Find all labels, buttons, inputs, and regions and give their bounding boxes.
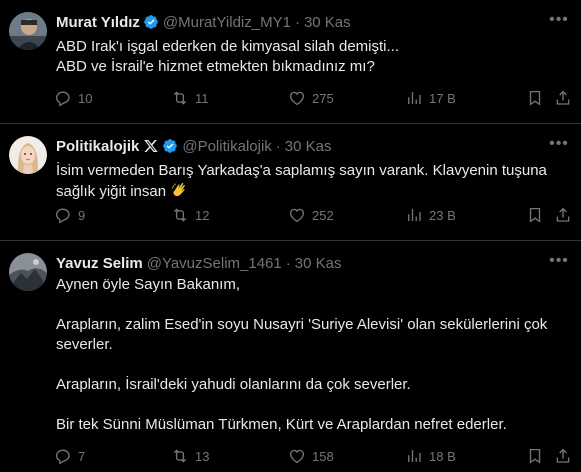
retweet-icon (173, 449, 187, 463)
avatar-image (9, 136, 47, 174)
like-button[interactable]: 275 (288, 89, 334, 107)
like-button[interactable]: 158 (288, 447, 334, 465)
tweet-text-line: severler. (56, 336, 113, 353)
action-bar: 7 13 158 18 B (54, 446, 571, 466)
heart-icon (289, 449, 305, 464)
retweet-icon (173, 91, 187, 105)
retweet-button[interactable]: 13 (171, 447, 209, 465)
retweet-count: 13 (195, 448, 210, 464)
avatar[interactable] (9, 136, 47, 174)
tweet-header: Yavuz Selim @YavuzSelim_1461 · 30 Kas (56, 253, 341, 273)
tweet-text-line: ABD ve İsrail'e hizmet etmekten bıkmadın… (56, 58, 375, 75)
author-name[interactable]: Yavuz Selim (56, 255, 143, 272)
author-handle[interactable]: @YavuzSelim_1461 (147, 255, 282, 272)
action-bar: 10 11 275 17 B (54, 88, 571, 108)
tweet-text-line: Arapların, İsrail'deki yahudi olanlarını… (56, 376, 411, 393)
like-count: 275 (312, 90, 334, 106)
tweet[interactable]: Politikalojik @Politikalojik · 30 Kas ••… (0, 124, 581, 241)
tweet-text-line: Aynen öyle Sayın Bakanım, (56, 276, 240, 293)
share-icon (556, 448, 570, 463)
tweet-text-line: ABD Irak'ı işgal ederken de kimyasal sil… (56, 38, 400, 55)
reply-icon (55, 91, 70, 107)
tweet[interactable]: Murat Yıldız @MuratYildiz_MY1 · 30 Kas •… (0, 0, 581, 124)
views-button[interactable]: 17 B (405, 89, 456, 107)
retweet-button[interactable]: 12 (171, 206, 209, 224)
tweet-text-line: sağlık yiğit insan (56, 183, 167, 200)
views-count: 17 B (429, 90, 456, 106)
separator-dot: · (275, 137, 281, 155)
tweet-text-line: İsim vermeden Barış Yarkadaş'a saplamış … (56, 162, 547, 179)
share-button[interactable] (554, 206, 578, 224)
like-count: 252 (312, 207, 334, 223)
separator-dot: · (294, 13, 300, 31)
retweet-icon (173, 208, 187, 222)
reply-icon (55, 449, 70, 465)
tweet-header: Murat Yıldız @MuratYildiz_MY1 · 30 Kas (56, 12, 351, 32)
retweet-count: 11 (195, 90, 209, 106)
bookmark-button[interactable] (526, 447, 550, 465)
retweet-count: 12 (195, 207, 210, 223)
share-button[interactable] (554, 447, 578, 465)
separator-dot: · (285, 254, 291, 272)
views-count: 23 B (429, 207, 456, 223)
bookmark-icon (529, 90, 541, 106)
like-button[interactable]: 252 (288, 206, 334, 224)
bookmark-button[interactable] (526, 206, 550, 224)
bookmark-button[interactable] (526, 89, 550, 107)
tweet-text-line: Arapların, zalim Esed'in soyu Nusayri 'S… (56, 316, 548, 333)
reply-button[interactable]: 9 (54, 206, 85, 224)
share-icon (556, 207, 570, 222)
action-bar: 9 12 252 23 B (54, 205, 571, 225)
tweet-text: Aynen öyle Sayın Bakanım, Arapların, zal… (56, 275, 567, 435)
tweet-text: ABD Irak'ı işgal ederken de kimyasal sil… (56, 37, 567, 77)
share-icon (556, 90, 570, 105)
x-logo-icon (144, 140, 159, 152)
heart-icon (289, 91, 305, 106)
like-count: 158 (312, 448, 334, 464)
tweet-time[interactable]: 30 Kas (295, 255, 342, 272)
tweet-text-line: Bir tek Sünni Müslüman Türkmen, Kürt ve … (56, 416, 507, 433)
more-icon[interactable]: ••• (549, 10, 569, 30)
retweet-button[interactable]: 11 (171, 89, 209, 107)
views-icon (408, 209, 421, 221)
author-handle[interactable]: @Politikalojik (182, 138, 271, 155)
reply-button[interactable]: 7 (54, 447, 85, 465)
share-button[interactable] (554, 89, 578, 107)
tweet-header: Politikalojik @Politikalojik · 30 Kas (56, 136, 331, 156)
reply-button[interactable]: 10 (54, 89, 92, 107)
reply-icon (55, 208, 70, 224)
tweet-text: İsim vermeden Barış Yarkadaş'a saplamış … (56, 161, 567, 202)
tweet[interactable]: Yavuz Selim @YavuzSelim_1461 · 30 Kas ••… (0, 241, 581, 472)
views-button[interactable]: 23 B (405, 206, 456, 224)
author-handle[interactable]: @MuratYildiz_MY1 (163, 14, 291, 31)
verified-badge-icon (144, 15, 158, 29)
heart-icon (289, 208, 305, 223)
views-icon (408, 450, 421, 462)
reply-count: 9 (78, 207, 86, 223)
tweet-time[interactable]: 30 Kas (304, 14, 351, 31)
clap-emoji-icon (172, 182, 186, 197)
author-name[interactable]: Politikalojik (56, 138, 139, 155)
avatar[interactable] (9, 12, 47, 50)
views-button[interactable]: 18 B (405, 447, 456, 465)
views-count: 18 B (429, 448, 456, 464)
verified-badge-icon (163, 139, 178, 153)
tweet-time[interactable]: 30 Kas (285, 138, 332, 155)
avatar-image (9, 253, 47, 291)
bookmark-icon (529, 448, 541, 464)
reply-count: 10 (78, 90, 93, 106)
more-icon[interactable]: ••• (549, 251, 569, 271)
avatar-image (9, 12, 47, 50)
avatar[interactable] (9, 253, 47, 291)
bookmark-icon (529, 207, 541, 223)
more-icon[interactable]: ••• (549, 134, 569, 154)
reply-count: 7 (78, 448, 86, 464)
author-name[interactable]: Murat Yıldız (56, 14, 140, 31)
views-icon (408, 92, 421, 104)
